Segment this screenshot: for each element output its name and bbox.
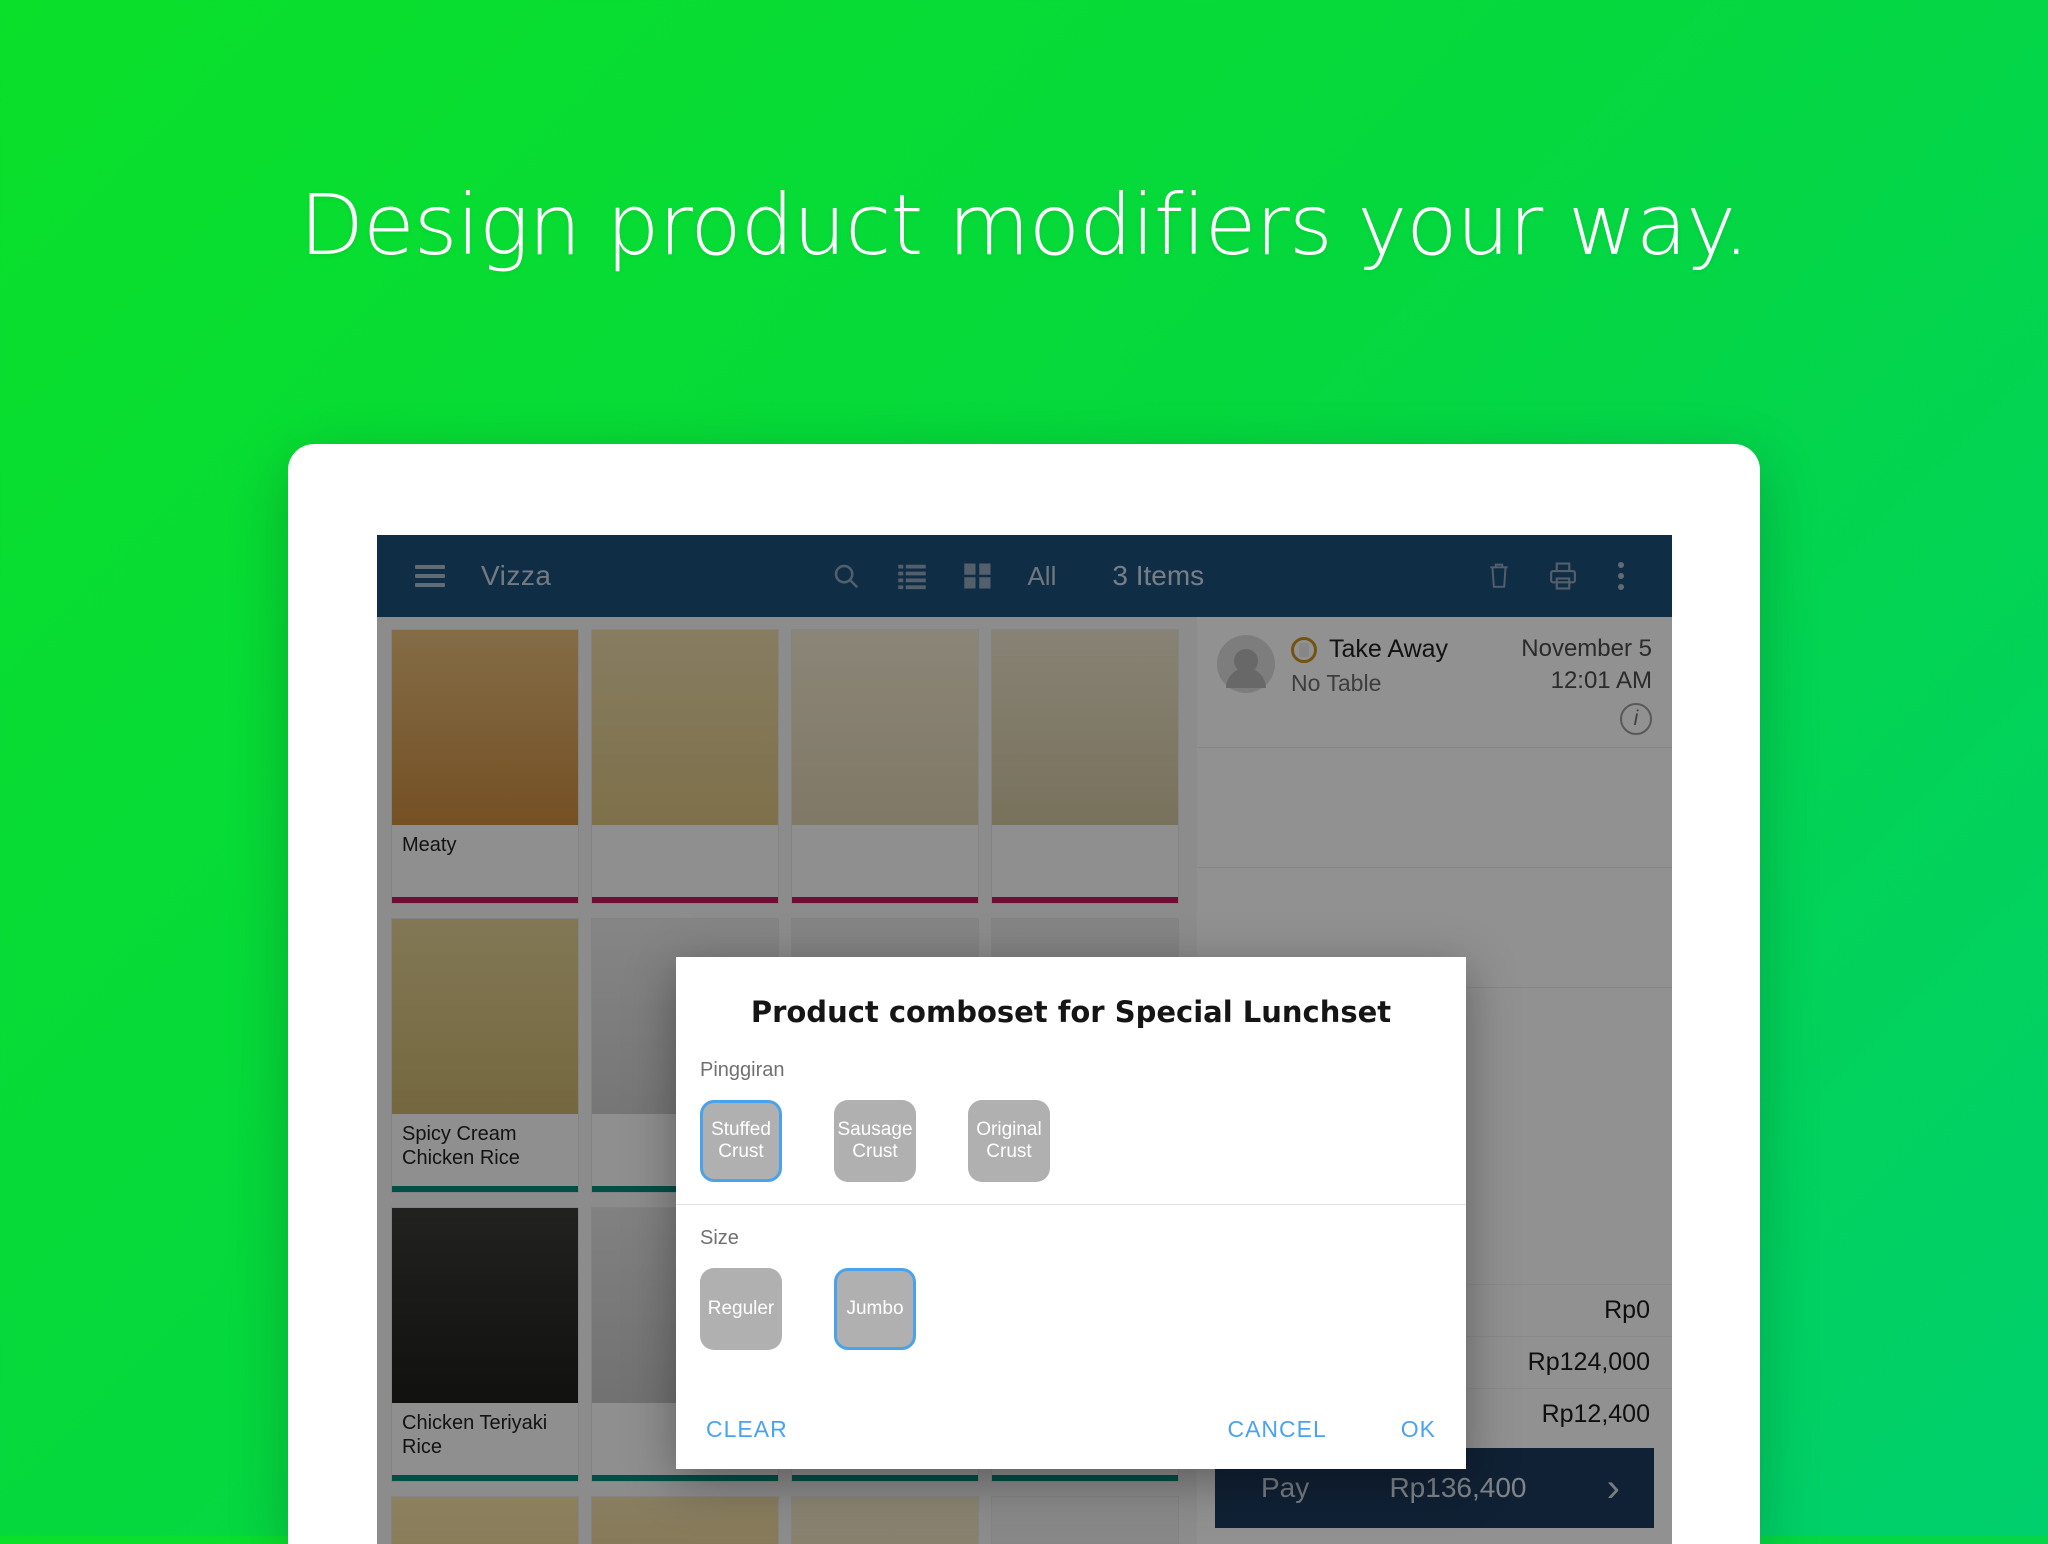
modifier-section: Size Reguler Jumbo <box>676 1204 1466 1350</box>
dialog-actions: CLEAR CANCEL OK <box>676 1416 1466 1469</box>
tablet-frame: Vizza All 3 Items Meaty Spicy Cream Chic… <box>288 444 1760 1544</box>
modifier-options: Stuffed Crust Sausage Crust Original Crust <box>700 1100 1466 1182</box>
modifier-section-label: Pinggiran <box>700 1059 785 1081</box>
modifier-option[interactable]: Original Crust <box>968 1100 1050 1182</box>
modifier-option[interactable]: Reguler <box>700 1268 782 1350</box>
dialog-title: Product comboset for Special Lunchset <box>750 995 1392 1029</box>
ok-button[interactable]: OK <box>1401 1416 1436 1443</box>
modifier-options: Reguler Jumbo <box>700 1268 1466 1350</box>
modifier-option[interactable]: Stuffed Crust <box>700 1100 782 1182</box>
dialog-body: Pinggiran Stuffed Crust Sausage Crust Origi… <box>676 1029 1466 1416</box>
modifier-section: Pinggiran Stuffed Crust Sausage Crust Origi… <box>676 1059 1466 1182</box>
modifier-option[interactable]: Sausage Crust <box>834 1100 916 1182</box>
cancel-button[interactable]: CANCEL <box>1227 1416 1326 1443</box>
clear-button[interactable]: CLEAR <box>706 1416 788 1443</box>
page-headline: Design product modifiers your way. <box>299 176 1749 274</box>
comboset-dialog: Product comboset for Special Lunchset Pi… <box>676 957 1466 1469</box>
modifier-section-label: Size <box>700 1227 739 1249</box>
modifier-option[interactable]: Jumbo <box>834 1268 916 1350</box>
